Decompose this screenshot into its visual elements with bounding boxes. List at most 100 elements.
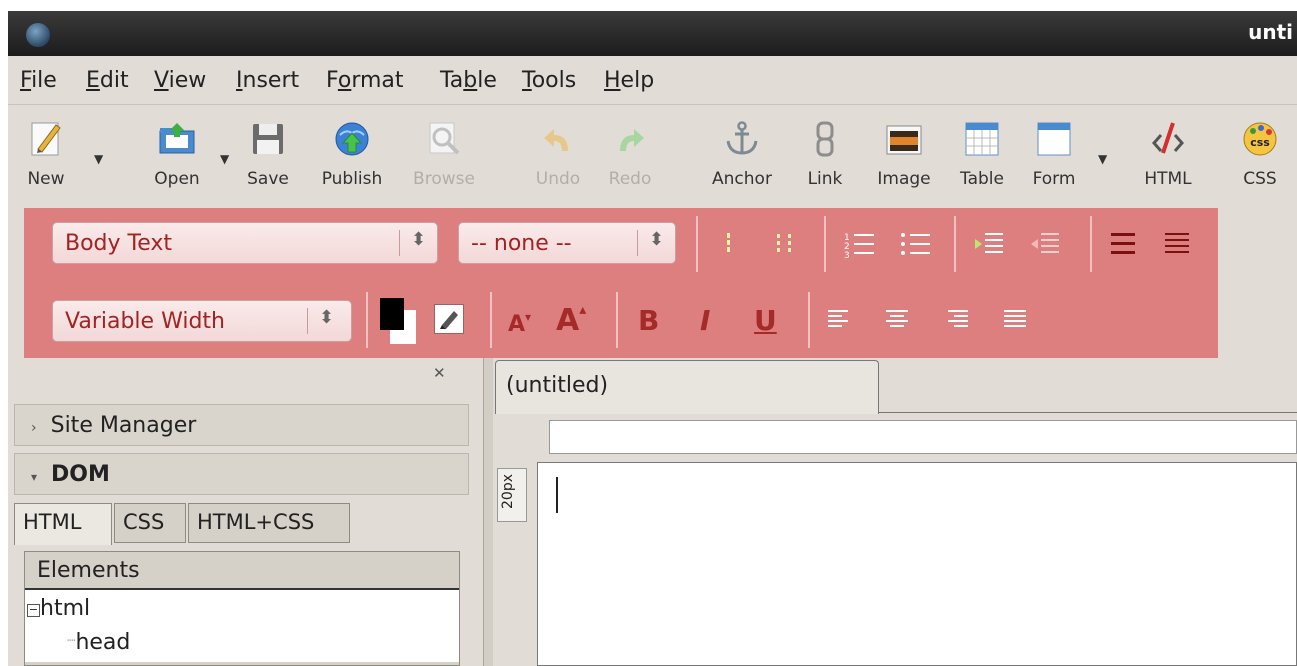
- edit-canvas[interactable]: [537, 462, 1297, 666]
- svg-text:css: css: [1250, 136, 1270, 149]
- menu-item[interactable]: Table: [440, 68, 497, 93]
- select-arrows-icon: ⬍: [411, 229, 427, 250]
- undo-button[interactable]: Undo: [528, 105, 588, 195]
- window-menu-icon[interactable]: [26, 23, 50, 47]
- class-select[interactable]: -- none -- ⬍: [458, 222, 676, 264]
- html-code-icon: [1152, 122, 1184, 154]
- larger-font-button[interactable]: A▴: [556, 302, 586, 338]
- toolbar-separator: [824, 216, 826, 272]
- new-button[interactable]: New: [16, 105, 76, 195]
- toolbar-separator: [954, 216, 956, 272]
- elements-column-header[interactable]: Elements: [25, 552, 459, 590]
- anchor-button[interactable]: Anchor: [704, 105, 780, 195]
- menu-item[interactable]: Help: [604, 68, 654, 93]
- tab-untitled[interactable]: (untitled): [495, 360, 879, 414]
- open-button[interactable]: Open: [144, 105, 210, 195]
- text-color-swatch: [380, 298, 404, 330]
- menu-bar: File Edit View Insert Format Table Tools Help: [8, 56, 1297, 104]
- table-grid-icon: [965, 122, 999, 156]
- toolbar-separator: [808, 292, 810, 348]
- align-right-icon[interactable]: [944, 308, 970, 332]
- smaller-font-button[interactable]: A▾: [508, 310, 531, 337]
- tab-html[interactable]: HTML: [14, 503, 112, 545]
- css-palette-icon: css: [1243, 122, 1277, 156]
- publish-globe-icon: [335, 122, 369, 156]
- bullet-list-icon[interactable]: [898, 230, 932, 258]
- format-toolbar-highlight: Body Text ⬍ -- none -- ⬍ 1 2 3 Variable …: [24, 208, 1218, 358]
- vertical-ruler[interactable]: 20px: [497, 468, 527, 522]
- dom-section[interactable]: ▾ DOM: [14, 453, 469, 495]
- browse-button[interactable]: Browse: [406, 105, 482, 195]
- toolbar-separator: [696, 216, 698, 272]
- app-window: unti File Edit View Insert Format Table Tools H…: [8, 11, 1297, 666]
- paragraph-style-select[interactable]: Body Text ⬍: [52, 222, 438, 264]
- horizontal-rule-icon[interactable]: [1108, 230, 1138, 258]
- tab-baseline: [879, 412, 1297, 413]
- site-manager-section[interactable]: › Site Manager: [14, 404, 469, 446]
- anchor-icon: [726, 121, 758, 155]
- save-disk-icon: [253, 124, 283, 154]
- underline-button[interactable]: U: [754, 304, 777, 337]
- browse-magnifier-icon: [429, 122, 460, 155]
- italic-button[interactable]: I: [700, 304, 710, 337]
- numbered-list-icon[interactable]: 1 2 3: [842, 230, 876, 258]
- toolbar-separator: [1090, 216, 1092, 272]
- new-dropdown-icon[interactable]: ▼: [94, 152, 103, 166]
- image-picture-icon: [886, 125, 922, 155]
- link-button[interactable]: Link: [798, 105, 852, 195]
- left-sidebar: ✕ › Site Manager ▾ DOM HTML CSS HTML+CSS…: [8, 358, 483, 666]
- menu-item[interactable]: Format: [326, 68, 404, 93]
- highlighter-pen-icon: [440, 311, 458, 329]
- toolbar-separator: [366, 292, 368, 348]
- tree-node-head[interactable]: ┈head: [67, 630, 130, 655]
- save-button[interactable]: Save: [240, 105, 296, 195]
- menu-item[interactable]: Tools: [522, 68, 576, 93]
- menu-item[interactable]: View: [154, 68, 206, 93]
- tab-css[interactable]: CSS: [114, 503, 186, 543]
- collapse-box-icon: −: [27, 603, 40, 617]
- align-left-icon[interactable]: [826, 308, 852, 332]
- toolbar-separator: [616, 292, 618, 348]
- menu-item[interactable]: Insert: [236, 68, 299, 93]
- tab-html-css[interactable]: HTML+CSS: [188, 503, 350, 543]
- align-justify-icon[interactable]: [1002, 308, 1028, 332]
- menu-item[interactable]: File: [20, 68, 57, 93]
- image-button[interactable]: Image: [868, 105, 940, 195]
- title-bar: unti: [8, 11, 1297, 56]
- outdent-icon[interactable]: [1028, 230, 1062, 258]
- form-window-icon: [1037, 122, 1071, 156]
- editor-area: (untitled) 20px: [493, 358, 1297, 666]
- menu-item[interactable]: Edit: [86, 68, 129, 93]
- text-caret: [556, 477, 558, 513]
- html-button[interactable]: HTML: [1140, 105, 1196, 195]
- window-title: unti: [1248, 20, 1293, 44]
- undo-arrow-icon: [544, 129, 568, 151]
- form-button[interactable]: Form: [1024, 105, 1084, 195]
- publish-button[interactable]: Publish: [314, 105, 390, 195]
- horizontal-ruler[interactable]: [549, 420, 1297, 454]
- tree-node-body[interactable]: body: [25, 662, 459, 665]
- main-toolbar: New ▼ Open ▼ Save Publish Browse Undo Re…: [8, 104, 1297, 209]
- select-arrows-icon: ⬍: [649, 229, 665, 250]
- span-marker-icon[interactable]: [722, 232, 736, 254]
- css-button[interactable]: css CSS: [1232, 105, 1288, 195]
- highlight-color-button[interactable]: [434, 304, 464, 334]
- font-family-select[interactable]: Variable Width ⬍: [52, 300, 352, 342]
- indent-icon[interactable]: [972, 230, 1006, 258]
- form-dropdown-icon[interactable]: ▼: [1098, 152, 1107, 166]
- div-marker-icon[interactable]: [774, 232, 796, 254]
- break-below-icon[interactable]: [1162, 230, 1192, 258]
- redo-button[interactable]: Redo: [600, 105, 660, 195]
- text-color-picker[interactable]: [380, 298, 418, 346]
- collapse-arrow-icon: ▾: [31, 470, 38, 484]
- tree-node-html[interactable]: −html: [27, 596, 90, 621]
- svg-text:3: 3: [844, 251, 850, 258]
- table-button[interactable]: Table: [952, 105, 1012, 195]
- bold-button[interactable]: B: [638, 304, 659, 337]
- close-panel-icon[interactable]: ✕: [433, 364, 446, 382]
- open-folder-icon: [159, 123, 195, 154]
- open-dropdown-icon[interactable]: ▼: [220, 152, 229, 166]
- redo-arrow-icon: [620, 129, 644, 151]
- align-center-icon[interactable]: [884, 308, 910, 332]
- new-document-icon: [31, 122, 61, 156]
